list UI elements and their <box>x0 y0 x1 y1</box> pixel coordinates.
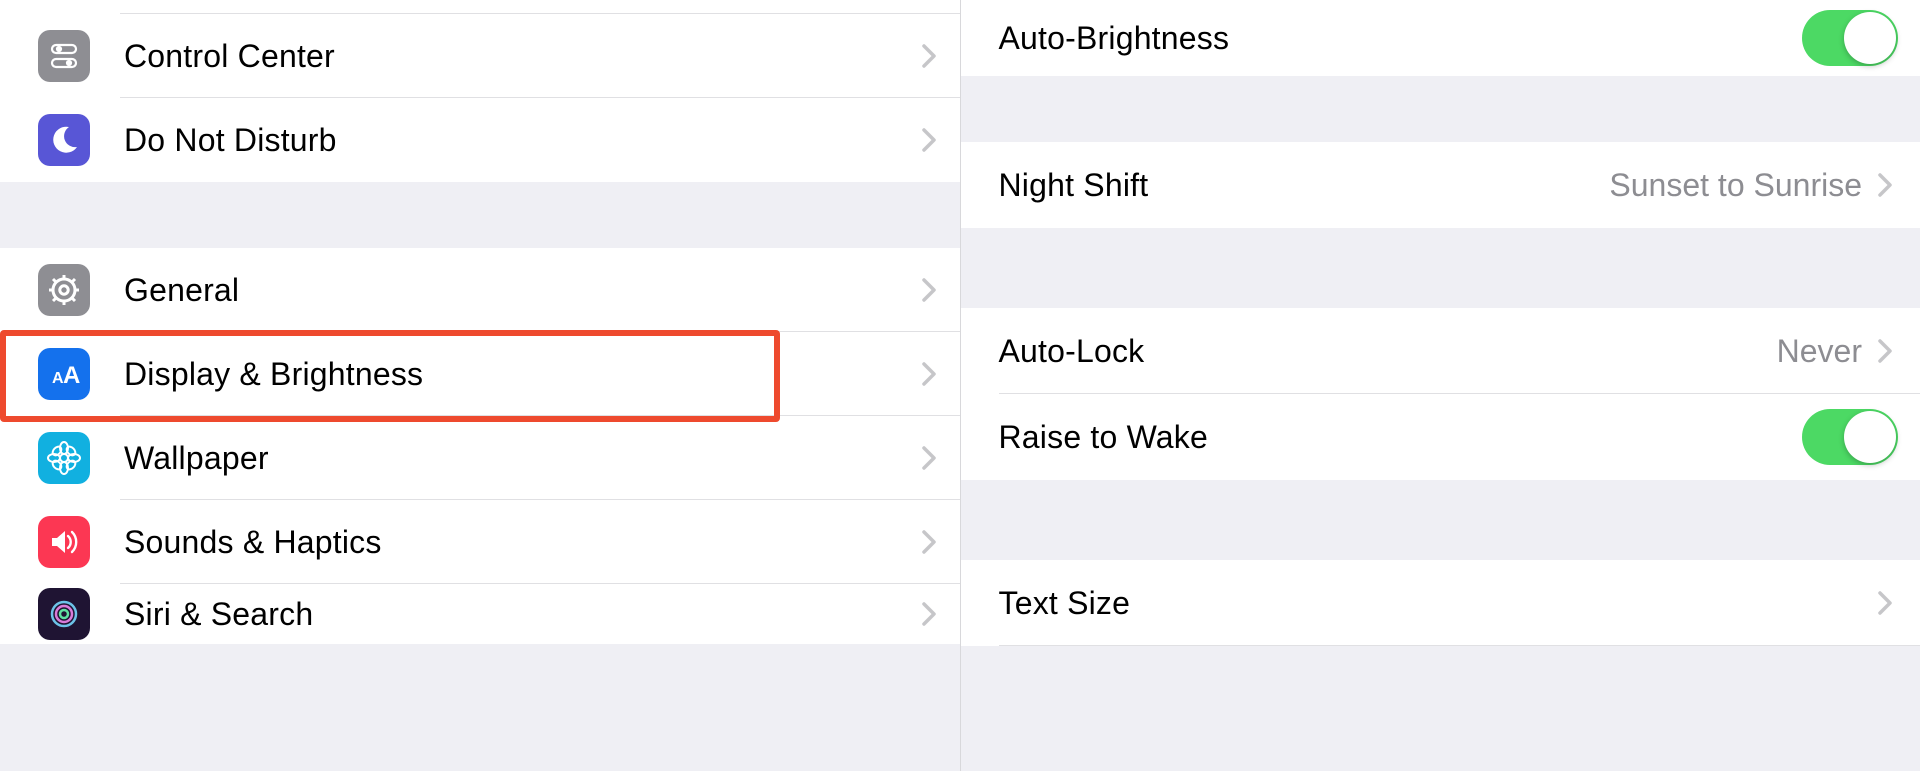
chevron-right-icon <box>920 278 938 302</box>
group-separator <box>961 228 1920 308</box>
group-separator <box>961 480 1920 560</box>
setting-text-size[interactable]: Text Size <box>961 560 1920 646</box>
display-settings-pane: Auto-Brightness Night Shift Sunset to Su… <box>961 0 1920 771</box>
partial-top-row <box>0 0 960 14</box>
chevron-right-icon <box>920 602 938 626</box>
setting-label: Auto-Lock <box>999 333 1777 370</box>
setting-label: Auto-Brightness <box>999 20 1803 57</box>
chevron-right-icon <box>1876 173 1894 197</box>
setting-label: Raise to Wake <box>999 419 1803 456</box>
settings-row-wallpaper[interactable]: Wallpaper <box>0 416 960 500</box>
settings-group-1: Control Center Do Not Disturb <box>0 0 960 182</box>
flower-icon <box>38 432 90 484</box>
row-label: General <box>124 272 920 309</box>
setting-raise-to-wake[interactable]: Raise to Wake <box>961 394 1920 480</box>
setting-auto-lock[interactable]: Auto-Lock Never <box>961 308 1920 394</box>
chevron-right-icon <box>1876 339 1894 363</box>
chevron-right-icon <box>920 530 938 554</box>
row-label: Siri & Search <box>124 596 920 633</box>
setting-value: Sunset to Sunrise <box>1609 167 1862 204</box>
moon-icon <box>38 114 90 166</box>
chevron-right-icon <box>920 44 938 68</box>
row-label: Control Center <box>124 38 920 75</box>
settings-row-do-not-disturb[interactable]: Do Not Disturb <box>0 98 960 182</box>
chevron-right-icon <box>920 362 938 386</box>
toggles-icon <box>38 30 90 82</box>
settings-row-display-brightness[interactable]: A A Display & Brightness <box>0 332 960 416</box>
row-label: Display & Brightness <box>124 356 920 393</box>
group-separator <box>961 76 1920 142</box>
settings-group-2: General A A Display & Brightness <box>0 248 960 644</box>
text-size-icon: A A <box>38 348 90 400</box>
row-label: Wallpaper <box>124 440 920 477</box>
gear-icon <box>38 264 90 316</box>
settings-row-control-center[interactable]: Control Center <box>0 14 960 98</box>
toggle-switch[interactable] <box>1802 409 1898 465</box>
row-label: Do Not Disturb <box>124 122 920 159</box>
siri-icon <box>38 588 90 640</box>
group-separator <box>0 182 960 248</box>
setting-auto-brightness[interactable]: Auto-Brightness <box>961 0 1920 76</box>
settings-row-sounds-haptics[interactable]: Sounds & Haptics <box>0 500 960 584</box>
setting-label: Night Shift <box>999 167 1610 204</box>
row-label: Sounds & Haptics <box>124 524 920 561</box>
settings-list: Control Center Do Not Disturb <box>0 0 961 771</box>
speaker-icon <box>38 516 90 568</box>
chevron-right-icon <box>920 446 938 470</box>
setting-label: Text Size <box>999 585 1877 622</box>
settings-row-general[interactable]: General <box>0 248 960 332</box>
settings-row-siri-search[interactable]: Siri & Search <box>0 584 960 644</box>
setting-value: Never <box>1777 333 1862 370</box>
setting-night-shift[interactable]: Night Shift Sunset to Sunrise <box>961 142 1920 228</box>
svg-text:A: A <box>63 362 80 389</box>
chevron-right-icon <box>1876 591 1894 615</box>
toggle-switch[interactable] <box>1802 10 1898 66</box>
chevron-right-icon <box>920 128 938 152</box>
